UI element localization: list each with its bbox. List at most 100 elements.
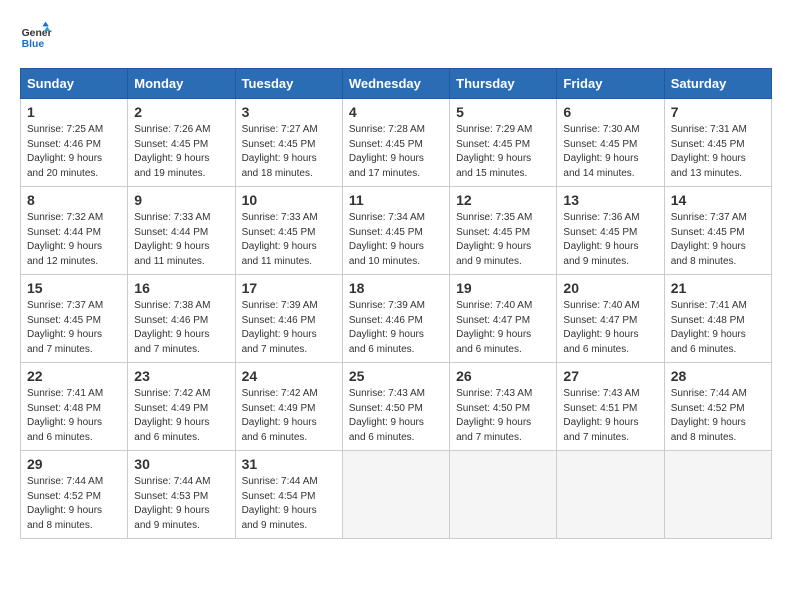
day-number: 29 — [27, 456, 121, 472]
day-number: 8 — [27, 192, 121, 208]
calendar-cell: 25 Sunrise: 7:43 AMSunset: 4:50 PMDaylig… — [342, 363, 449, 451]
calendar-row: 1 Sunrise: 7:25 AMSunset: 4:46 PMDayligh… — [21, 99, 772, 187]
cell-info: Sunrise: 7:37 AMSunset: 4:45 PMDaylight:… — [671, 212, 747, 267]
cell-info: Sunrise: 7:40 AMSunset: 4:47 PMDaylight:… — [456, 300, 532, 355]
calendar-cell: 22 Sunrise: 7:41 AMSunset: 4:48 PMDaylig… — [21, 363, 128, 451]
calendar-cell: 16 Sunrise: 7:38 AMSunset: 4:46 PMDaylig… — [128, 275, 235, 363]
day-number: 30 — [134, 456, 228, 472]
cell-info: Sunrise: 7:39 AMSunset: 4:46 PMDaylight:… — [349, 300, 425, 355]
col-tuesday: Tuesday — [235, 69, 342, 99]
cell-info: Sunrise: 7:42 AMSunset: 4:49 PMDaylight:… — [134, 388, 210, 443]
calendar-cell: 26 Sunrise: 7:43 AMSunset: 4:50 PMDaylig… — [450, 363, 557, 451]
day-number: 2 — [134, 104, 228, 120]
calendar-cell: 24 Sunrise: 7:42 AMSunset: 4:49 PMDaylig… — [235, 363, 342, 451]
page-header: General Blue — [20, 20, 772, 52]
calendar-cell: 5 Sunrise: 7:29 AMSunset: 4:45 PMDayligh… — [450, 99, 557, 187]
day-number: 6 — [563, 104, 657, 120]
calendar-cell: 30 Sunrise: 7:44 AMSunset: 4:53 PMDaylig… — [128, 451, 235, 539]
calendar-cell: 14 Sunrise: 7:37 AMSunset: 4:45 PMDaylig… — [664, 187, 771, 275]
header-row: Sunday Monday Tuesday Wednesday Thursday… — [21, 69, 772, 99]
day-number: 23 — [134, 368, 228, 384]
day-number: 25 — [349, 368, 443, 384]
svg-text:Blue: Blue — [22, 39, 45, 50]
cell-info: Sunrise: 7:40 AMSunset: 4:47 PMDaylight:… — [563, 300, 639, 355]
cell-info: Sunrise: 7:44 AMSunset: 4:52 PMDaylight:… — [27, 476, 103, 531]
calendar-cell: 1 Sunrise: 7:25 AMSunset: 4:46 PMDayligh… — [21, 99, 128, 187]
cell-info: Sunrise: 7:39 AMSunset: 4:46 PMDaylight:… — [242, 300, 318, 355]
day-number: 5 — [456, 104, 550, 120]
cell-info: Sunrise: 7:34 AMSunset: 4:45 PMDaylight:… — [349, 212, 425, 267]
calendar-cell: 3 Sunrise: 7:27 AMSunset: 4:45 PMDayligh… — [235, 99, 342, 187]
logo: General Blue — [20, 20, 52, 52]
cell-info: Sunrise: 7:43 AMSunset: 4:50 PMDaylight:… — [349, 388, 425, 443]
day-number: 24 — [242, 368, 336, 384]
day-number: 7 — [671, 104, 765, 120]
cell-info: Sunrise: 7:28 AMSunset: 4:45 PMDaylight:… — [349, 124, 425, 179]
cell-info: Sunrise: 7:32 AMSunset: 4:44 PMDaylight:… — [27, 212, 103, 267]
col-monday: Monday — [128, 69, 235, 99]
cell-info: Sunrise: 7:44 AMSunset: 4:54 PMDaylight:… — [242, 476, 318, 531]
cell-info: Sunrise: 7:38 AMSunset: 4:46 PMDaylight:… — [134, 300, 210, 355]
day-number: 28 — [671, 368, 765, 384]
day-number: 10 — [242, 192, 336, 208]
calendar-table: Sunday Monday Tuesday Wednesday Thursday… — [20, 68, 772, 539]
calendar-cell — [450, 451, 557, 539]
calendar-cell: 8 Sunrise: 7:32 AMSunset: 4:44 PMDayligh… — [21, 187, 128, 275]
day-number: 18 — [349, 280, 443, 296]
cell-info: Sunrise: 7:41 AMSunset: 4:48 PMDaylight:… — [27, 388, 103, 443]
day-number: 4 — [349, 104, 443, 120]
col-saturday: Saturday — [664, 69, 771, 99]
cell-info: Sunrise: 7:37 AMSunset: 4:45 PMDaylight:… — [27, 300, 103, 355]
day-number: 21 — [671, 280, 765, 296]
calendar-cell — [664, 451, 771, 539]
day-number: 19 — [456, 280, 550, 296]
cell-info: Sunrise: 7:31 AMSunset: 4:45 PMDaylight:… — [671, 124, 747, 179]
cell-info: Sunrise: 7:33 AMSunset: 4:44 PMDaylight:… — [134, 212, 210, 267]
calendar-cell: 31 Sunrise: 7:44 AMSunset: 4:54 PMDaylig… — [235, 451, 342, 539]
cell-info: Sunrise: 7:33 AMSunset: 4:45 PMDaylight:… — [242, 212, 318, 267]
day-number: 9 — [134, 192, 228, 208]
cell-info: Sunrise: 7:35 AMSunset: 4:45 PMDaylight:… — [456, 212, 532, 267]
cell-info: Sunrise: 7:42 AMSunset: 4:49 PMDaylight:… — [242, 388, 318, 443]
calendar-cell: 9 Sunrise: 7:33 AMSunset: 4:44 PMDayligh… — [128, 187, 235, 275]
calendar-row: 22 Sunrise: 7:41 AMSunset: 4:48 PMDaylig… — [21, 363, 772, 451]
calendar-cell: 2 Sunrise: 7:26 AMSunset: 4:45 PMDayligh… — [128, 99, 235, 187]
cell-info: Sunrise: 7:29 AMSunset: 4:45 PMDaylight:… — [456, 124, 532, 179]
calendar-cell: 18 Sunrise: 7:39 AMSunset: 4:46 PMDaylig… — [342, 275, 449, 363]
day-number: 14 — [671, 192, 765, 208]
day-number: 17 — [242, 280, 336, 296]
cell-info: Sunrise: 7:30 AMSunset: 4:45 PMDaylight:… — [563, 124, 639, 179]
calendar-row: 29 Sunrise: 7:44 AMSunset: 4:52 PMDaylig… — [21, 451, 772, 539]
calendar-cell: 19 Sunrise: 7:40 AMSunset: 4:47 PMDaylig… — [450, 275, 557, 363]
day-number: 15 — [27, 280, 121, 296]
col-thursday: Thursday — [450, 69, 557, 99]
calendar-cell: 29 Sunrise: 7:44 AMSunset: 4:52 PMDaylig… — [21, 451, 128, 539]
cell-info: Sunrise: 7:43 AMSunset: 4:51 PMDaylight:… — [563, 388, 639, 443]
calendar-cell — [557, 451, 664, 539]
day-number: 3 — [242, 104, 336, 120]
day-number: 16 — [134, 280, 228, 296]
day-number: 22 — [27, 368, 121, 384]
calendar-cell: 11 Sunrise: 7:34 AMSunset: 4:45 PMDaylig… — [342, 187, 449, 275]
day-number: 13 — [563, 192, 657, 208]
logo-icon: General Blue — [20, 20, 52, 52]
calendar-cell: 23 Sunrise: 7:42 AMSunset: 4:49 PMDaylig… — [128, 363, 235, 451]
cell-info: Sunrise: 7:27 AMSunset: 4:45 PMDaylight:… — [242, 124, 318, 179]
cell-info: Sunrise: 7:25 AMSunset: 4:46 PMDaylight:… — [27, 124, 103, 179]
calendar-cell: 4 Sunrise: 7:28 AMSunset: 4:45 PMDayligh… — [342, 99, 449, 187]
calendar-cell: 6 Sunrise: 7:30 AMSunset: 4:45 PMDayligh… — [557, 99, 664, 187]
calendar-row: 15 Sunrise: 7:37 AMSunset: 4:45 PMDaylig… — [21, 275, 772, 363]
cell-info: Sunrise: 7:44 AMSunset: 4:52 PMDaylight:… — [671, 388, 747, 443]
calendar-cell: 28 Sunrise: 7:44 AMSunset: 4:52 PMDaylig… — [664, 363, 771, 451]
calendar-cell: 17 Sunrise: 7:39 AMSunset: 4:46 PMDaylig… — [235, 275, 342, 363]
cell-info: Sunrise: 7:43 AMSunset: 4:50 PMDaylight:… — [456, 388, 532, 443]
calendar-cell: 20 Sunrise: 7:40 AMSunset: 4:47 PMDaylig… — [557, 275, 664, 363]
cell-info: Sunrise: 7:26 AMSunset: 4:45 PMDaylight:… — [134, 124, 210, 179]
calendar-cell: 12 Sunrise: 7:35 AMSunset: 4:45 PMDaylig… — [450, 187, 557, 275]
day-number: 12 — [456, 192, 550, 208]
day-number: 11 — [349, 192, 443, 208]
calendar-row: 8 Sunrise: 7:32 AMSunset: 4:44 PMDayligh… — [21, 187, 772, 275]
calendar-cell — [342, 451, 449, 539]
cell-info: Sunrise: 7:36 AMSunset: 4:45 PMDaylight:… — [563, 212, 639, 267]
calendar-cell: 21 Sunrise: 7:41 AMSunset: 4:48 PMDaylig… — [664, 275, 771, 363]
